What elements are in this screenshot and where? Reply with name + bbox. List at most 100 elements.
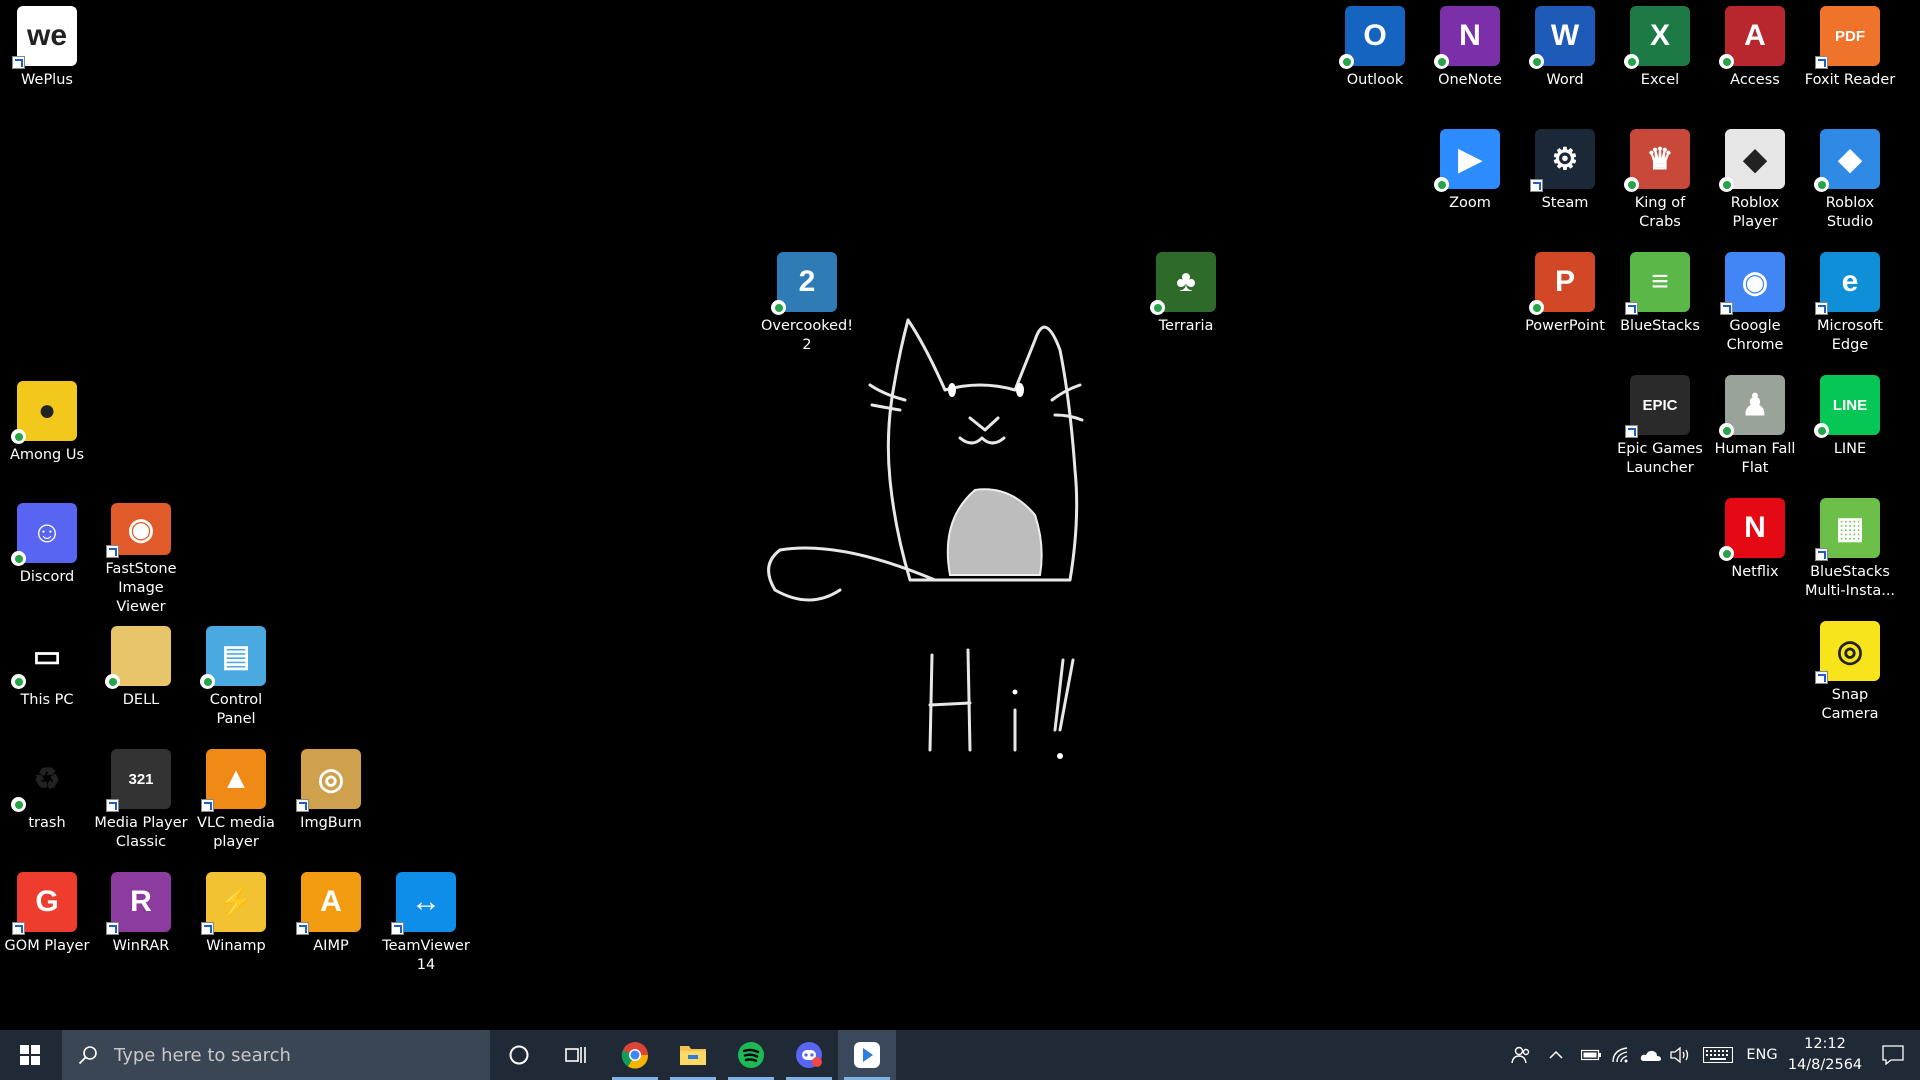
sync-status-icon (200, 674, 215, 689)
desktop-icon-zoom[interactable]: ▶ Zoom (1423, 123, 1517, 243)
desktop-icon-winamp[interactable]: ⚡ Winamp (189, 866, 283, 986)
desktop-icon-vlc-media-player[interactable]: ▲ VLC media player (189, 743, 283, 863)
task-view-button[interactable] (548, 1030, 606, 1080)
desktop-icon-terraria[interactable]: ♣ Terraria (1139, 246, 1233, 366)
desktop-icon-overcooked-2[interactable]: 2 Overcooked! 2 (760, 246, 854, 366)
taskbar-search-box[interactable]: Type here to search (62, 1030, 490, 1080)
among-us-icon: ● (11, 381, 77, 444)
desktop-icon-among-us[interactable]: ● Among Us (0, 375, 94, 495)
desktop-icon-control-panel[interactable]: ▤ Control Panel (189, 620, 283, 740)
sync-status-icon (1624, 54, 1639, 69)
shortcut-arrow-icon (1530, 179, 1543, 192)
terraria-icon: ♣ (1150, 252, 1216, 315)
sync-status-icon (1719, 546, 1734, 561)
shortcut-arrow-icon (12, 922, 25, 935)
control-panel-icon: ▤ (200, 626, 266, 689)
desktop-icon-faststone-image-viewer[interactable]: ◉ FastStone Image Viewer (94, 497, 188, 617)
desktop-icon-aimp[interactable]: A AIMP (284, 866, 378, 986)
desktop-icon-steam[interactable]: ⚙ Steam (1518, 123, 1612, 243)
desktop-icon-weplus[interactable]: we WePlus (0, 0, 94, 120)
shortcut-arrow-icon (1815, 56, 1828, 69)
desktop-icon-word[interactable]: W Word (1518, 0, 1612, 120)
desktop-icon-excel[interactable]: X Excel (1613, 0, 1707, 120)
taskbar-discord[interactable] (780, 1030, 838, 1080)
shortcut-arrow-icon (1815, 302, 1828, 315)
desktop-icon-label: WinRAR (112, 938, 170, 954)
desktop-icon-gom-player[interactable]: G GOM Player (0, 866, 94, 986)
desktop-icon-bluestacks-multi-insta[interactable]: ▦ BlueStacks Multi-Insta... (1803, 492, 1897, 612)
desktop-icon-google-chrome[interactable]: ◉ Google Chrome (1708, 246, 1802, 366)
sync-status-icon (1529, 54, 1544, 69)
sync-status-icon (1719, 54, 1734, 69)
desktop-icon-label: LINE (1833, 441, 1867, 457)
desktop-icon-king-of-crabs[interactable]: ♛ King of Crabs (1613, 123, 1707, 243)
overcooked-icon: 2 (771, 252, 837, 315)
recycle-bin-icon: ♻ (11, 749, 77, 812)
desktop-icon-bluestacks[interactable]: ≡ BlueStacks (1613, 246, 1707, 366)
steam-icon: ⚙ (1530, 129, 1595, 192)
desktop-icon-onenote[interactable]: N OneNote (1423, 0, 1517, 120)
volume-button[interactable] (1666, 1030, 1696, 1080)
desktop-icon-snap-camera[interactable]: ◎ Snap Camera (1803, 615, 1897, 735)
desktop-icon-microsoft-edge[interactable]: e Microsoft Edge (1803, 246, 1897, 366)
roblox-icon: ◆ (1719, 129, 1785, 192)
desktop-icon-media-player-classic[interactable]: 321 Media Player Classic (94, 743, 188, 863)
desktop-icon-access[interactable]: A Access (1708, 0, 1802, 120)
onedrive-status[interactable] (1636, 1030, 1666, 1080)
desktop-icon-netflix[interactable]: N Netflix (1708, 492, 1802, 612)
battery-status[interactable] (1576, 1030, 1606, 1080)
desktop-icon-trash[interactable]: ♻ trash (0, 743, 94, 863)
task-view-icon (565, 1047, 586, 1063)
sync-status-icon (1719, 177, 1734, 192)
desktop-icon-teamviewer-14[interactable]: ↔ TeamViewer 14 (379, 866, 473, 986)
desktop-icon-powerpoint[interactable]: P PowerPoint (1518, 246, 1612, 366)
winamp-icon: ⚡ (201, 872, 266, 935)
desktop-icon-roblox-player[interactable]: ◆ Roblox Player (1708, 123, 1802, 243)
wifi-icon (1612, 1047, 1628, 1063)
notification-icon (1882, 1045, 1904, 1065)
taskbar-bluestacks[interactable] (838, 1030, 896, 1080)
spotify-icon (738, 1042, 764, 1068)
desktop-icon-label: BlueStacks (1620, 318, 1700, 334)
desktop-icon-imgburn[interactable]: ◎ ImgBurn (284, 743, 378, 863)
access-icon: A (1719, 6, 1785, 69)
touch-keyboard-button[interactable] (1696, 1030, 1740, 1080)
sync-status-icon (1339, 54, 1354, 69)
people-icon (1511, 1046, 1530, 1064)
wifi-status[interactable] (1606, 1030, 1636, 1080)
shortcut-arrow-icon (296, 922, 309, 935)
action-center-button[interactable] (1866, 1030, 1920, 1080)
desktop-icon-line[interactable]: LINE LINE (1803, 369, 1897, 489)
input-language-button[interactable]: ENG (1740, 1030, 1784, 1080)
this-pc-icon: ▭ (11, 626, 77, 689)
search-icon (78, 1046, 97, 1065)
cortana-button[interactable] (490, 1030, 548, 1080)
taskbar-spotify[interactable] (722, 1030, 780, 1080)
show-hidden-icons-button[interactable] (1536, 1030, 1576, 1080)
netflix-icon: N (1719, 498, 1785, 561)
desktop-icon-winrar[interactable]: R WinRAR (94, 866, 188, 986)
file-explorer-icon (680, 1046, 706, 1065)
desktop-icon-outlook[interactable]: O Outlook (1328, 0, 1422, 120)
desktop-icon-label: Discord (19, 569, 75, 585)
desktop-icon-dell[interactable]: DELL (94, 620, 188, 740)
shortcut-arrow-icon (1815, 548, 1828, 561)
desktop-icon-foxit-reader[interactable]: PDF Foxit Reader (1803, 0, 1897, 120)
desktop-icon-label: Zoom (1449, 195, 1491, 211)
windows-start-icon (20, 1045, 40, 1065)
clock-button[interactable]: 12:12 14/8/2564 (1784, 1034, 1866, 1076)
discord-icon: ☺ (11, 503, 77, 566)
taskbar-file-explorer[interactable] (664, 1030, 722, 1080)
taskbar-chrome[interactable] (606, 1030, 664, 1080)
desktop-icon-discord[interactable]: ☺ Discord (0, 497, 94, 617)
desktop-icon-roblox-studio[interactable]: ◆ Roblox Studio (1803, 123, 1897, 243)
sync-status-icon (1529, 300, 1544, 315)
system-tray: ENG 12:12 14/8/2564 (1506, 1030, 1920, 1080)
shortcut-arrow-icon (1625, 425, 1638, 438)
desktop-icon-epic-games-launcher[interactable]: EPIC Epic Games Launcher (1613, 369, 1707, 489)
people-button[interactable] (1506, 1030, 1536, 1080)
desktop-icon-human-fall-flat[interactable]: ♟ Human Fall Flat (1708, 369, 1802, 489)
start-button[interactable] (0, 1030, 60, 1080)
desktop-icon-this-pc[interactable]: ▭ This PC (0, 620, 94, 740)
sync-status-icon (1434, 54, 1449, 69)
